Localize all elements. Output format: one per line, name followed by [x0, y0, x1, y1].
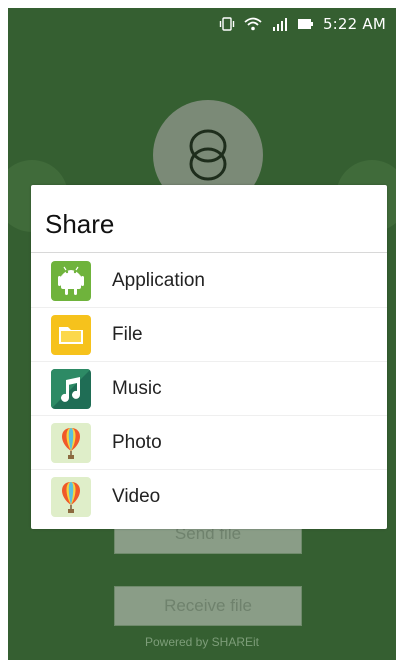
rings-icon	[189, 129, 227, 181]
share-option-file[interactable]: File	[31, 308, 387, 362]
android-icon	[51, 260, 91, 301]
signal-icon	[271, 15, 289, 33]
title-divider	[31, 252, 387, 253]
dialog-title: Share	[45, 209, 115, 239]
share-option-music[interactable]: Music	[31, 362, 387, 416]
video-icon	[51, 477, 91, 517]
vibrate-icon	[219, 15, 235, 33]
screen: 5:22 AM Send file Receive file Powered b…	[8, 8, 396, 660]
option-label: Application	[112, 269, 205, 291]
option-label: Music	[112, 377, 162, 399]
status-time: 5:22 AM	[322, 15, 386, 33]
share-option-application[interactable]: Application	[31, 254, 387, 308]
option-label: Photo	[112, 431, 162, 453]
folder-icon	[51, 314, 91, 355]
option-label: File	[112, 323, 143, 345]
photo-icon	[51, 422, 91, 463]
option-label: Video	[112, 486, 161, 507]
wifi-icon	[243, 15, 263, 33]
status-bar: 5:22 AM	[8, 8, 396, 40]
receive-file-button[interactable]: Receive file	[114, 586, 302, 626]
battery-icon	[297, 15, 315, 33]
powered-by-text: Powered by SHAREit	[144, 635, 260, 649]
share-dialog: Share Application File Music Photo Video	[31, 185, 387, 529]
share-option-photo[interactable]: Photo	[31, 416, 387, 470]
music-icon	[51, 368, 91, 409]
share-option-video[interactable]: Video	[31, 470, 387, 524]
